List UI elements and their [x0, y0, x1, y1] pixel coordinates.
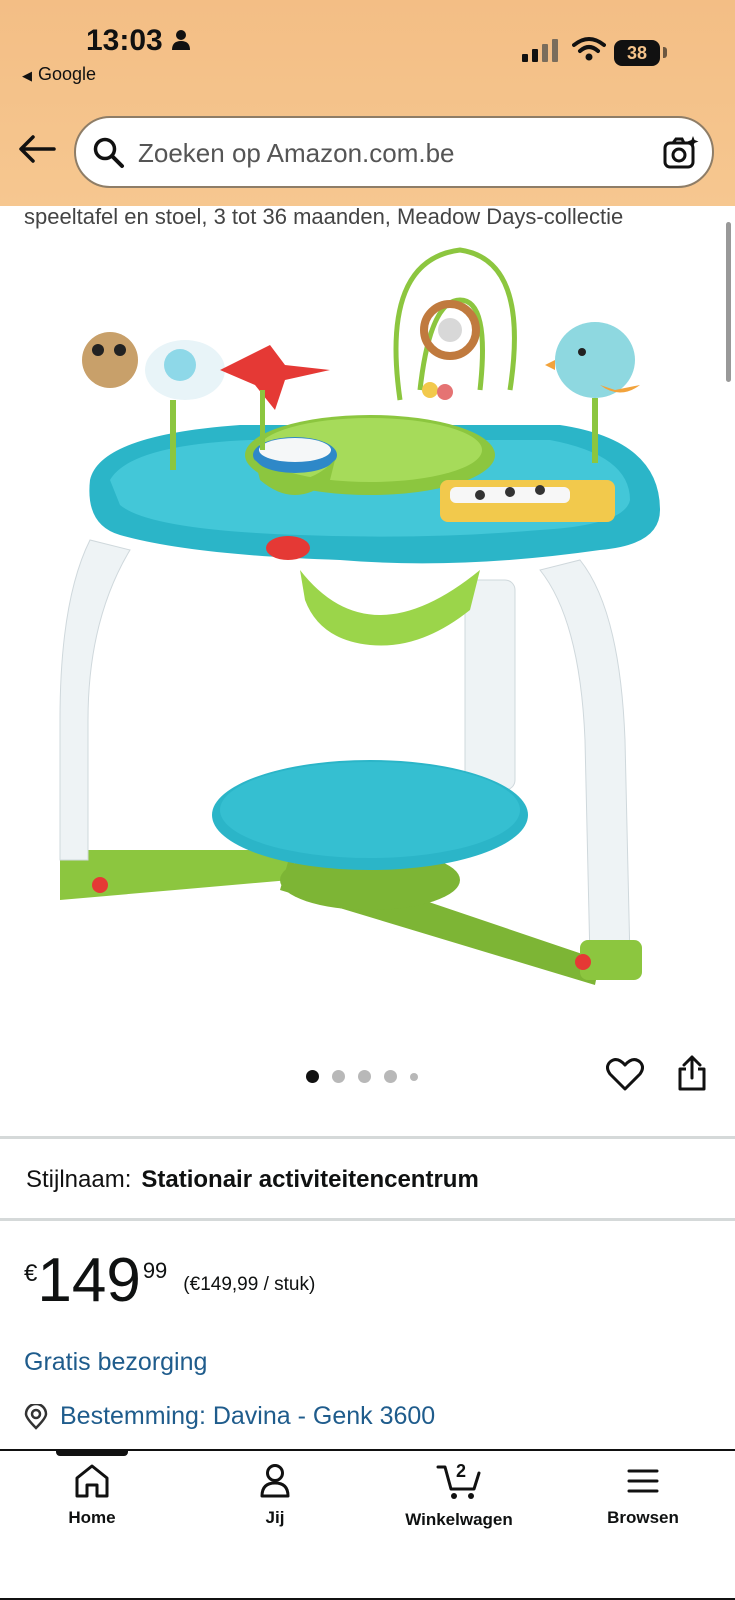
- menu-icon: [627, 1469, 659, 1493]
- divider: [0, 1218, 735, 1221]
- style-label: Stijlnaam:: [26, 1166, 132, 1193]
- nav-home[interactable]: Home: [17, 1463, 167, 1528]
- nav-browse-label: Browsen: [607, 1508, 679, 1527]
- back-to-app[interactable]: ◀ Google: [22, 64, 96, 85]
- unit-price: (€149,99 / stuk): [183, 1274, 316, 1295]
- back-triangle-icon: ◀: [22, 68, 32, 83]
- nav-cart[interactable]: 2 Winkelwagen: [384, 1461, 534, 1530]
- scrollbar[interactable]: [726, 222, 731, 382]
- header-bar: 13:03 ◀ Google 38 Zoeken op Amazon.com.be: [0, 0, 735, 206]
- delivery-location-link[interactable]: Bestemming: Davina - Genk 3600: [24, 1402, 435, 1431]
- back-app-label: Google: [38, 64, 97, 84]
- wifi-icon: [572, 36, 606, 67]
- free-delivery-link[interactable]: Gratis bezorging: [24, 1348, 207, 1377]
- style-value: Stationair activiteitencentrum: [141, 1166, 479, 1193]
- product-title: speeltafel en stoel, 3 tot 36 maanden, M…: [24, 204, 624, 229]
- pager-dot[interactable]: [358, 1070, 371, 1083]
- pager-dot[interactable]: [410, 1072, 418, 1081]
- delivery-location-text: Bestemming: Davina - Genk 3600: [60, 1402, 436, 1430]
- status-time: 13:03: [86, 24, 163, 57]
- price-currency: €: [24, 1260, 38, 1287]
- pager-dot[interactable]: [306, 1070, 319, 1083]
- product-image[interactable]: [40, 240, 700, 1010]
- search-bar[interactable]: Zoeken op Amazon.com.be: [74, 116, 714, 188]
- divider: [0, 1136, 735, 1139]
- battery-cap: [663, 47, 667, 58]
- search-icon: [92, 136, 126, 175]
- search-input[interactable]: Zoeken op Amazon.com.be: [138, 138, 455, 169]
- battery-level: 38: [626, 42, 648, 63]
- share-icon[interactable]: [676, 1054, 708, 1097]
- user-icon: [260, 1464, 290, 1498]
- image-pager[interactable]: [306, 1070, 418, 1083]
- location-pin-icon: [24, 1403, 48, 1430]
- cellular-signal-icon: [522, 38, 560, 69]
- style-selector[interactable]: Stijlnaam: Stationair activiteitencentrum: [26, 1166, 479, 1194]
- battery-icon: 38: [614, 40, 660, 66]
- back-arrow-icon[interactable]: [18, 134, 56, 169]
- nav-browse[interactable]: Browsen: [568, 1463, 718, 1528]
- price-fraction: 99: [142, 1258, 168, 1283]
- price-block: € 149 99 (€149,99 / stuk): [24, 1250, 315, 1312]
- camera-search-icon[interactable]: [662, 134, 700, 177]
- home-icon: [75, 1464, 109, 1498]
- nav-active-indicator: [56, 1449, 128, 1456]
- nav-you-label: Jij: [265, 1508, 285, 1527]
- nav-cart-label: Winkelwagen: [405, 1510, 513, 1529]
- person-icon: [172, 30, 190, 55]
- nav-you[interactable]: Jij: [200, 1463, 350, 1528]
- nav-home-label: Home: [68, 1508, 116, 1527]
- cart-count: 2: [456, 1461, 467, 1481]
- heart-icon[interactable]: [606, 1058, 644, 1097]
- pager-dot[interactable]: [384, 1070, 397, 1083]
- bottom-nav: Home Jij 2 Winkelwagen Browsen: [0, 1449, 735, 1600]
- pager-dot[interactable]: [332, 1070, 345, 1083]
- price-whole: 149: [37, 1246, 141, 1315]
